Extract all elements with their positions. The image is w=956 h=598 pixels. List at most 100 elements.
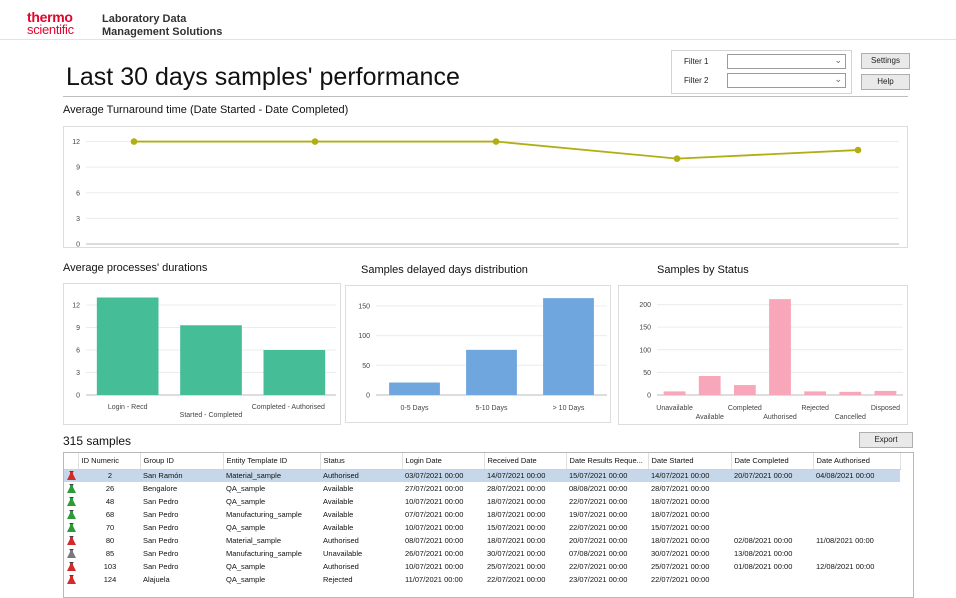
data-point (673, 155, 681, 162)
table-cell: San Pedro (143, 510, 179, 519)
flask-green-icon (67, 483, 76, 493)
table-cell: 15/07/2021 00:00 (487, 523, 546, 532)
table-cell: 30/07/2021 00:00 (487, 549, 546, 558)
column-header[interactable]: Received Date (484, 453, 567, 470)
flask-green-icon (67, 509, 76, 519)
bar (804, 391, 827, 395)
app-title-line1: Laboratory Data (102, 13, 187, 25)
flask-green-icon (67, 496, 76, 506)
bar (839, 391, 862, 395)
table-cell: 18/07/2021 00:00 (651, 536, 710, 545)
table-row[interactable]: 70 San Pedro QA_sample Available 10/07/2021 … (64, 521, 900, 534)
filter2-dropdown[interactable]: ⌄ (727, 73, 846, 88)
column-header[interactable]: Login Date (402, 453, 485, 470)
table-cell: 2 (78, 469, 140, 482)
x-tick-label: Authorised (763, 414, 797, 421)
table-row[interactable]: 80 San Pedro Material_sample Authorised 08/0… (64, 534, 900, 547)
bar (874, 390, 897, 395)
title-divider (63, 96, 908, 97)
table-cell: 22/07/2021 00:00 (569, 523, 628, 532)
table-cell: 27/07/2021 00:00 (405, 484, 464, 493)
durations-chart-panel: 0 3 6 9 12 Login - Recd Started - Completed Com… (63, 283, 341, 425)
filter1-dropdown[interactable]: ⌄ (727, 54, 846, 69)
filter1-label: Filter 1 (684, 57, 709, 66)
table-row[interactable]: 48 San Pedro QA_sample Available 10/07/2021 … (64, 495, 900, 508)
table-cell: Unavailable (323, 549, 363, 558)
table-cell: Available (323, 523, 354, 532)
table-cell: San Pedro (143, 549, 179, 558)
table-cell: QA_sample (226, 523, 266, 532)
table-cell: Manufacturing_sample (226, 549, 302, 558)
flask-red-icon (67, 470, 76, 480)
table-cell: 19/07/2021 00:00 (569, 510, 628, 519)
table-cell: 15/07/2021 00:00 (651, 523, 710, 532)
settings-button[interactable]: Settings (861, 53, 910, 69)
column-header[interactable]: ID Numeric (78, 453, 141, 470)
table-cell: 23/07/2021 00:00 (569, 575, 628, 584)
bar (663, 391, 686, 395)
help-button[interactable]: Help (861, 74, 910, 90)
table-cell (813, 495, 900, 508)
y-tick-label: 150 (639, 325, 651, 332)
table-cell: 10/07/2021 00:00 (405, 523, 464, 532)
column-header[interactable]: Date Completed (731, 453, 814, 470)
row-icon-cell (64, 560, 78, 573)
y-tick-label: 0 (647, 393, 651, 400)
y-tick-label: 50 (643, 370, 651, 377)
column-header[interactable]: Date Started (648, 453, 732, 470)
y-tick-label: 9 (76, 165, 80, 172)
sample-count-label: 315 samples (63, 434, 132, 448)
table-cell (813, 508, 900, 521)
column-header[interactable]: Entity Template ID (223, 453, 321, 470)
x-tick-label: 5-10 Days (476, 405, 508, 412)
table-row[interactable]: 103 San Pedro QA_sample Authorised 10/07/202… (64, 560, 900, 573)
y-tick-label: 50 (362, 363, 370, 370)
column-header[interactable]: Status (320, 453, 403, 470)
table-row[interactable]: 68 San Pedro Manufacturing_sample Available… (64, 508, 900, 521)
column-header[interactable]: Date Authorised (813, 453, 901, 470)
y-tick-label: 9 (76, 325, 80, 332)
table-cell: 22/07/2021 00:00 (651, 575, 710, 584)
y-tick-label: 0 (76, 393, 80, 400)
table-cell: Material_sample (226, 536, 282, 545)
table-cell: 12/08/2021 00:00 (816, 562, 875, 571)
table-cell: San Pedro (143, 523, 179, 532)
logo-scientific: scientific (27, 22, 74, 37)
table-row[interactable]: 124 Alajuela QA_sample Rejected 11/07/2021 0… (64, 573, 900, 586)
table-cell: Available (323, 497, 354, 506)
table-row[interactable]: 26 Bengalore QA_sample Available 27/07/2021 … (64, 482, 900, 495)
y-tick-label: 3 (76, 370, 80, 377)
table-cell: 14/07/2021 00:00 (484, 469, 566, 482)
table-cell: 80 (105, 536, 115, 545)
table-row[interactable]: 85 San Pedro Manufacturing_sample Unavailab… (64, 547, 900, 560)
flask-green-icon (67, 522, 76, 532)
table-cell: 14/07/2021 00:00 (648, 469, 731, 482)
delayed-title: Samples delayed days distribution (361, 264, 528, 276)
table-cell: 22/07/2021 00:00 (569, 562, 628, 571)
table-cell (731, 521, 813, 534)
table-cell: 07/08/2021 00:00 (569, 549, 628, 558)
table-cell: 20/07/2021 00:00 (731, 469, 813, 482)
export-button[interactable]: Export (859, 432, 913, 448)
table-cell: San Ramón (140, 469, 223, 482)
x-tick-label: Started - Completed (180, 412, 243, 419)
x-tick-label: Completed - Authorised (252, 404, 325, 411)
column-header[interactable]: Date Results Reque... (566, 453, 649, 470)
delayed-chart-panel: 0 50 100 150 0-5 Days 5-10 Days > 10 Days (345, 285, 611, 423)
row-icon-cell (64, 469, 78, 482)
table-cell: 26/07/2021 00:00 (405, 549, 464, 558)
table-cell: 18/07/2021 00:00 (651, 497, 710, 506)
table-cell: 13/08/2021 00:00 (734, 549, 793, 558)
y-tick-label: 200 (639, 302, 651, 309)
table-cell: 85 (105, 549, 115, 558)
table-cell: 68 (105, 510, 115, 519)
row-icon-cell (64, 495, 78, 508)
y-tick-label: 100 (639, 347, 651, 354)
y-tick-label: 0 (76, 242, 80, 248)
filter2-label: Filter 2 (684, 76, 709, 85)
column-header[interactable]: Group ID (140, 453, 224, 470)
row-icon-cell (64, 547, 78, 560)
table-row[interactable]: 2 San Ramón Material_sample Authorised 03/07… (64, 469, 900, 482)
app-title: Laboratory Data Management Solutions (102, 13, 222, 39)
bar (698, 376, 721, 395)
